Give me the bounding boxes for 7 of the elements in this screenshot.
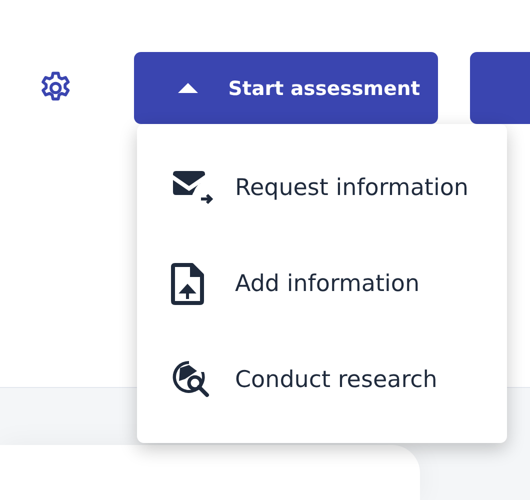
caret-icon	[178, 83, 198, 93]
start-assessment-button[interactable]: Start assessment	[134, 52, 438, 124]
mail-send-icon	[171, 171, 215, 205]
file-upload-icon	[171, 263, 205, 305]
menu-item[interactable]: Conduct research	[137, 332, 507, 428]
menu-item[interactable]: Request information	[137, 140, 507, 236]
menu-item[interactable]: Add information	[137, 236, 507, 332]
